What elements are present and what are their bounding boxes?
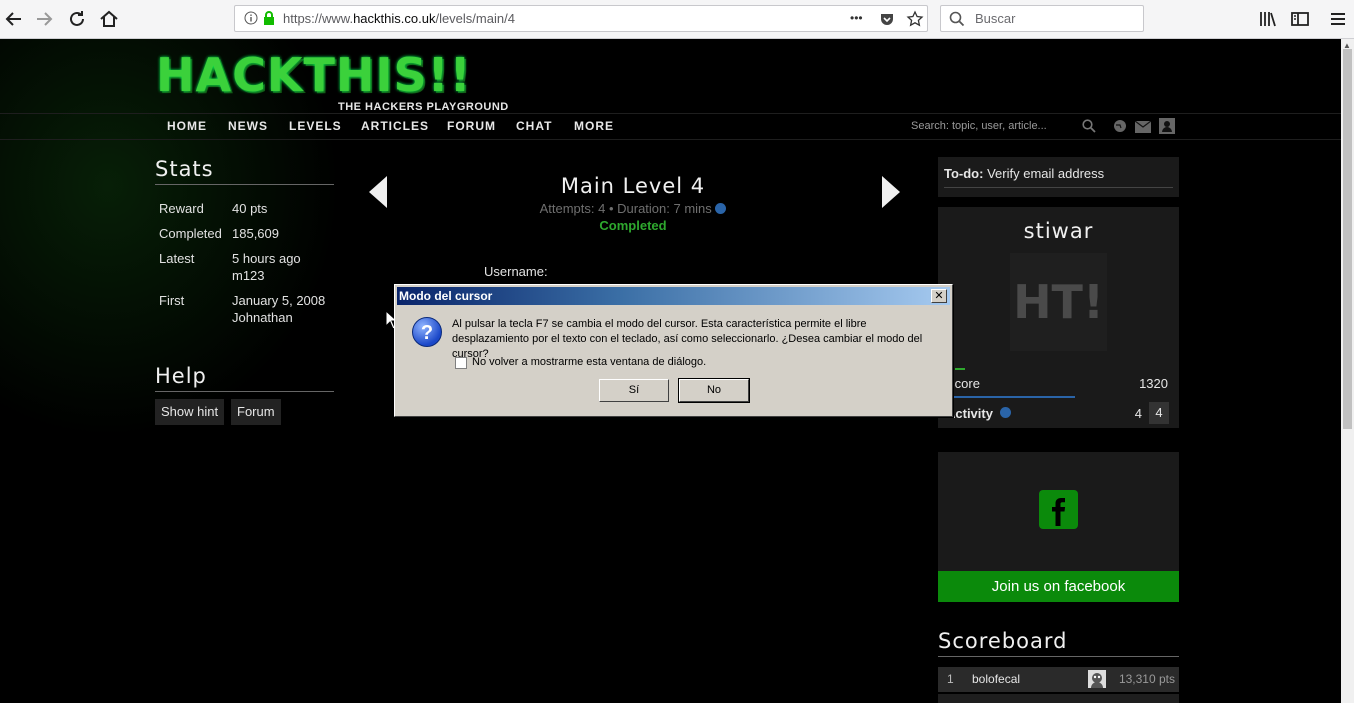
- stat-user-first[interactable]: Johnathan: [232, 310, 293, 325]
- scoreboard-rank: 1: [947, 672, 954, 686]
- scoreboard-heading: Scoreboard: [938, 629, 1068, 653]
- nav-articles[interactable]: ARTICLES: [361, 114, 429, 139]
- nav-forum[interactable]: FORUM: [447, 114, 496, 139]
- profile-username[interactable]: stiwar: [938, 219, 1179, 243]
- level-status: Completed: [599, 218, 667, 233]
- nav-more[interactable]: MORE: [574, 114, 614, 139]
- level-meta: Attempts: 4 • Duration: 7 mins: [445, 201, 821, 216]
- logo-title: HACKTHIS!!: [156, 48, 472, 102]
- stat-value-completed: 185,609: [232, 226, 279, 241]
- reload-icon[interactable]: [65, 7, 89, 31]
- dialog-close-button[interactable]: ✕: [931, 289, 947, 303]
- facebook-join-button[interactable]: Join us on facebook: [938, 571, 1179, 602]
- todo-panel: To-do: Verify email address: [938, 157, 1179, 197]
- nav-home[interactable]: HOME: [167, 114, 207, 139]
- browser-search-placeholder: Buscar: [975, 11, 1016, 26]
- cursor-mode-dialog: Modo del cursor ✕ ? Al pulsar la tecla F…: [394, 284, 953, 417]
- stat-label-completed: Completed: [159, 226, 222, 241]
- dialog-title: Modo del cursor: [399, 289, 493, 303]
- main-nav: HOME NEWS LEVELS ARTICLES FORUM CHAT MOR…: [0, 113, 1341, 140]
- scoreboard-row[interactable]: [938, 694, 1179, 703]
- stat-label-reward: Reward: [159, 201, 204, 216]
- help-heading: Help: [155, 364, 207, 388]
- page-scrollbar[interactable]: ▲: [1341, 39, 1354, 703]
- score-value: 1320: [1139, 376, 1168, 391]
- previous-level-arrow-icon[interactable]: [369, 176, 389, 213]
- dialog-titlebar[interactable]: Modo del cursor ✕: [397, 287, 950, 305]
- info-icon[interactable]: [244, 11, 258, 30]
- nav-levels[interactable]: LEVELS: [289, 114, 342, 139]
- score-progress-bar: [946, 396, 1075, 398]
- facebook-icon[interactable]: [1039, 490, 1078, 534]
- activity-value: 4: [1134, 406, 1142, 421]
- next-level-arrow-icon[interactable]: [880, 176, 900, 213]
- scrollbar-thumb[interactable]: [1343, 49, 1352, 429]
- level-meta-text: Attempts: 4 • Duration: 7 mins: [539, 201, 712, 216]
- activity-info-icon[interactable]: [1000, 407, 1011, 418]
- avatar[interactable]: HT!: [1010, 253, 1107, 351]
- lock-icon: [262, 10, 276, 31]
- page-actions-icon[interactable]: •••: [850, 6, 863, 31]
- globe-icon[interactable]: [1113, 119, 1127, 138]
- user-icon[interactable]: [1159, 118, 1175, 139]
- stat-value-first: January 5, 2008: [232, 293, 326, 308]
- todo-link[interactable]: Verify email address: [987, 166, 1104, 181]
- url-prefix: https://www.: [283, 11, 354, 26]
- home-icon[interactable]: [97, 7, 121, 31]
- menu-icon[interactable]: [1326, 7, 1350, 31]
- url-domain: hackthis.co.uk: [353, 11, 436, 26]
- stat-user-latest[interactable]: m123: [232, 268, 265, 283]
- stats-heading: Stats: [155, 157, 214, 181]
- site-search-input[interactable]: Search: topic, user, article...: [905, 117, 1100, 136]
- scoreboard-divider: [938, 656, 1179, 657]
- scoreboard-row[interactable]: 1 bolofecal 13,310 pts: [938, 667, 1179, 692]
- no-button[interactable]: No: [678, 378, 750, 403]
- browser-toolbar: https://www.hackthis.co.uk/levels/main/4…: [0, 0, 1354, 39]
- site-search-placeholder: Search: topic, user, article...: [911, 120, 1047, 132]
- mail-icon[interactable]: [1134, 120, 1152, 138]
- level-title: Main Level 4: [560, 174, 706, 198]
- stats-divider: [155, 184, 334, 185]
- activity-badge: 4: [1149, 402, 1169, 424]
- question-icon: ?: [412, 317, 442, 347]
- sidebar-toggle-icon[interactable]: [1288, 7, 1312, 31]
- help-forum-button[interactable]: Forum: [231, 399, 281, 425]
- username-label: Username:: [484, 264, 548, 279]
- back-icon[interactable]: [2, 7, 26, 31]
- url-bar[interactable]: https://www.hackthis.co.uk/levels/main/4…: [234, 5, 928, 32]
- yes-button[interactable]: Sí: [599, 379, 669, 402]
- nav-news[interactable]: NEWS: [228, 114, 268, 139]
- stat-value-latest: 5 hours ago: [232, 251, 301, 266]
- avatar-text: HT!: [1013, 275, 1104, 329]
- help-divider: [155, 391, 334, 392]
- dont-show-again-label[interactable]: No volver a mostrarme esta ventana de di…: [472, 355, 706, 370]
- search-icon: [949, 11, 965, 32]
- stat-label-latest: Latest: [159, 251, 195, 266]
- show-hint-button[interactable]: Show hint: [155, 399, 225, 425]
- logo-subtitle: THE HACKERS PLAYGROUND: [338, 101, 509, 113]
- stat-value-reward: 40 pts: [232, 201, 268, 216]
- bookmark-star-icon[interactable]: [906, 10, 924, 33]
- nav-chat[interactable]: CHAT: [516, 114, 552, 139]
- todo-divider: [944, 187, 1173, 188]
- url-path: /levels/main/4: [435, 11, 515, 26]
- browser-search-input[interactable]: Buscar: [940, 5, 1144, 32]
- scoreboard-avatar-icon: [1088, 670, 1106, 688]
- pocket-icon[interactable]: [879, 11, 895, 32]
- site-search-icon[interactable]: [1082, 119, 1096, 138]
- stat-label-first: First: [159, 293, 185, 308]
- url-text[interactable]: https://www.hackthis.co.uk/levels/main/4: [283, 6, 515, 31]
- site-logo[interactable]: HACKTHIS!! THE HACKERS PLAYGROUND: [156, 48, 526, 113]
- todo-text-wrap: To-do: Verify email address: [944, 166, 1104, 181]
- level-info-icon[interactable]: [715, 203, 727, 214]
- dont-show-again-checkbox[interactable]: [455, 357, 467, 369]
- activity-label: Activity: [946, 406, 993, 421]
- scoreboard-points: 13,310 pts: [1118, 672, 1175, 686]
- forward-icon[interactable]: [32, 7, 56, 31]
- score-accent: [955, 368, 965, 370]
- scoreboard-name[interactable]: bolofecal: [972, 672, 1020, 686]
- library-icon[interactable]: [1256, 7, 1280, 31]
- todo-prefix: To-do:: [944, 166, 984, 181]
